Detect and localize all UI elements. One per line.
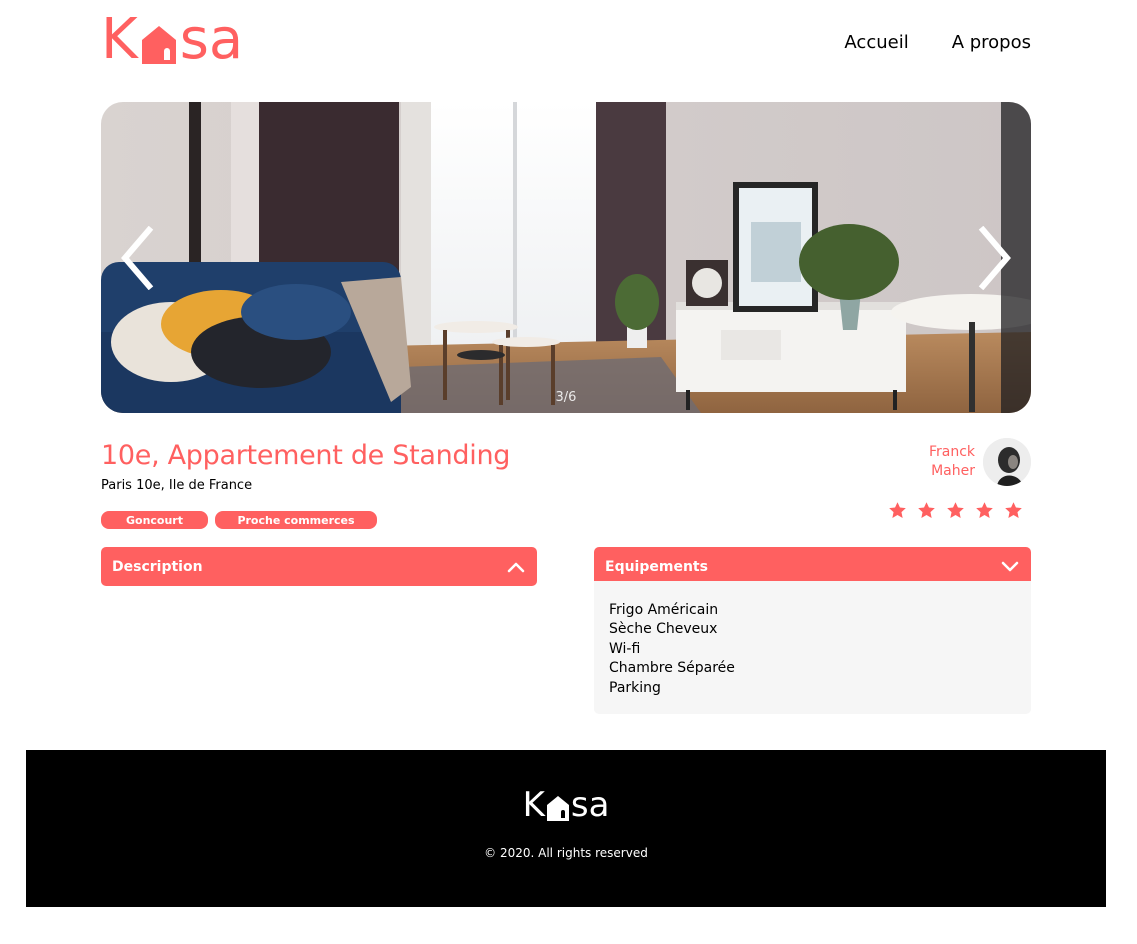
tag-list: Goncourt Proche commerces [101,511,377,529]
nav-link-accueil[interactable]: Accueil [844,32,908,53]
tag-proche-commerces: Proche commerces [215,511,377,529]
listing-location: Paris 10e, Ile de France [101,478,253,493]
list-item: Wi-fi [609,640,641,657]
star-icon [1005,502,1022,519]
logo-letter-k: K [101,7,138,72]
chevron-up-icon[interactable] [507,561,525,573]
equipments-title: Equipements [605,558,708,575]
list-item: Frigo Américain [609,602,719,618]
host-avatar-image [983,438,1031,486]
list-item: Parking [609,679,661,696]
tag-goncourt: Goncourt [101,511,208,529]
house-icon [546,796,569,821]
footer-logo-letter-k: K [522,785,545,825]
avatar [983,438,1031,486]
listing-title: 10e, Appartement de Standing [101,440,511,471]
house-icon [141,26,176,64]
host-last-name: Maher [931,463,975,479]
description-collapse: Description [101,547,537,586]
chevron-left-icon[interactable] [117,226,157,290]
star-icon [889,502,906,519]
equipments-collapse: Equipements Frigo Américain Sèche Cheveu… [594,547,1031,715]
site-footer: K sa © 2020. All rights reserved [26,750,1106,907]
chevron-down-icon[interactable] [1001,561,1019,573]
star-icon [947,502,964,519]
host-name: Franck Maher [929,443,975,481]
footer-logo-letters-sa: sa [570,785,610,825]
star-icon [918,502,935,519]
kasa-logo[interactable]: K sa [101,7,244,72]
site-header: K sa Accueil A propos [101,7,1031,72]
star-icon [976,502,993,519]
equipments-list: Frigo Américain Sèche Cheveux Wi-fi Cham… [594,581,1031,715]
description-title: Description [112,558,203,575]
main-nav: Accueil A propos [844,32,1031,53]
chevron-right-icon[interactable] [975,226,1015,290]
host-first-name: Franck [928,444,975,460]
photo-carousel: 3/6 [101,102,1031,413]
description-toggle[interactable]: Description [101,547,537,586]
footer-logo[interactable]: K sa [26,788,1106,822]
logo-letters-sa: sa [179,7,244,72]
host-info: Franck Maher [929,438,1031,486]
list-item: Chambre Séparée [609,660,735,677]
carousel-counter: 3/6 [555,390,577,405]
rating-stars [888,501,1023,520]
list-item: Sèche Cheveux [609,621,718,638]
carousel-image [101,102,1031,413]
nav-link-a-propos[interactable]: A propos [952,32,1031,53]
copyright-text: © 2020. All rights reserved [484,846,648,860]
